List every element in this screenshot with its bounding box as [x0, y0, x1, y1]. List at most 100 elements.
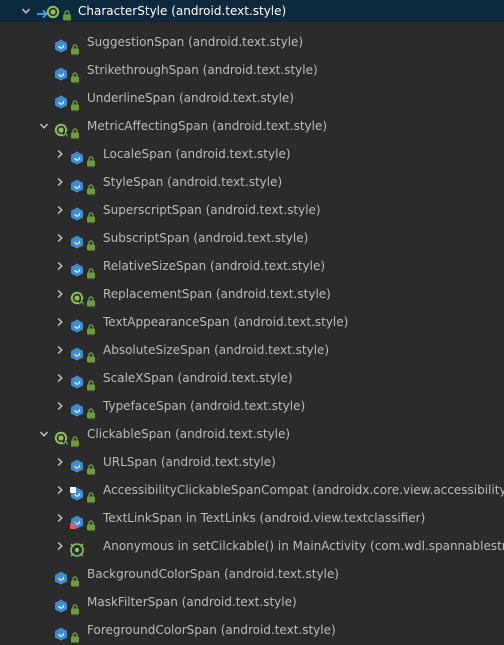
class-name: AbsoluteSizeSpan: [103, 343, 211, 357]
tree-row-relativesizespan[interactable]: RelativeSizeSpan (android.text.style): [0, 252, 504, 280]
package-name: (android.text.style): [223, 567, 339, 581]
tree-row-textlinkspan-in-textlinks[interactable]: TextLinkSpan in TextLinks (android.view.…: [0, 504, 504, 532]
tree-row-label: Anonymous in setCilckable() in MainActiv…: [103, 532, 504, 560]
tree-row-label: SuggestionSpan (android.text.style): [87, 28, 303, 56]
tree-row-suggestionspan[interactable]: SuggestionSpan (android.text.style): [0, 28, 504, 56]
chevron-right-icon[interactable]: [54, 392, 66, 420]
tree-row-maskfilterspan[interactable]: MaskFilterSpan (android.text.style): [0, 588, 504, 616]
tree-row-accessibilityclickablespancompat[interactable]: AccessibilityClickableSpanCompat (androi…: [0, 476, 504, 504]
tree-row-replacementspan[interactable]: ReplacementSpan (android.text.style): [0, 280, 504, 308]
chevron-right-icon[interactable]: [54, 196, 66, 224]
tree-row-absolutesizespan[interactable]: AbsoluteSizeSpan (android.text.style): [0, 336, 504, 364]
tree-row-label: StrikethroughSpan (android.text.style): [87, 56, 318, 84]
tree-row-characterstyle[interactable]: CharacterStyle (android.text.style): [0, 0, 504, 22]
lock-icon: [86, 177, 96, 195]
tree-row-label: TextAppearanceSpan (android.text.style): [103, 308, 348, 336]
package-name: (android.text.style): [175, 147, 291, 161]
package-name: (android.text.style): [188, 35, 304, 49]
lock-icon: [70, 93, 80, 111]
lock-icon: [86, 373, 96, 391]
tree-row-label: ReplacementSpan (android.text.style): [103, 280, 331, 308]
tree-row-label: LocaleSpan (android.text.style): [103, 140, 291, 168]
tree-row-label: URLSpan (android.text.style): [103, 448, 276, 476]
chevron-right-icon[interactable]: [54, 280, 66, 308]
lock-icon: [86, 205, 96, 223]
package-name: (android.text.style): [210, 259, 326, 273]
package-name: (android.text.style): [179, 91, 294, 105]
package-name: (android.text.style): [177, 371, 293, 385]
tree-row-textappearancespan[interactable]: TextAppearanceSpan (android.text.style): [0, 308, 504, 336]
abstract-class-icon: [46, 4, 60, 19]
tree-row-label: ScaleXSpan (android.text.style): [103, 364, 293, 392]
chevron-right-icon[interactable]: [54, 364, 66, 392]
chevron-right-icon[interactable]: [54, 140, 66, 168]
tree-row-subscriptspan[interactable]: SubscriptSpan (android.text.style): [0, 224, 504, 252]
tree-row-label: TextLinkSpan in TextLinks (android.view.…: [103, 504, 425, 532]
lock-icon: [86, 233, 96, 251]
tree-row-label: SuperscriptSpan (android.text.style): [103, 196, 321, 224]
chevron-down-icon[interactable]: [38, 420, 50, 448]
lock-icon: [70, 121, 80, 139]
tree-row-urlspan[interactable]: URLSpan (android.text.style): [0, 448, 504, 476]
tree-row-metricaffectingspan[interactable]: MetricAffectingSpan (android.text.style): [0, 112, 504, 140]
chevron-right-icon[interactable]: [54, 336, 66, 364]
package-name: (android.text.style): [212, 119, 328, 133]
class-name: BackgroundColorSpan: [87, 567, 221, 581]
chevron-right-icon[interactable]: [54, 224, 66, 252]
class-icon: [70, 455, 84, 473]
lock-icon: [86, 317, 96, 335]
class-name: ReplacementSpan: [103, 287, 213, 301]
package-name: (android.text.style): [205, 203, 321, 217]
class-name: ScaleXSpan: [103, 371, 174, 385]
chevron-right-icon[interactable]: [54, 168, 66, 196]
chevron-right-icon[interactable]: [54, 532, 66, 560]
class-icon: [70, 259, 84, 277]
package-name: (androidx.core.view.accessibility): [312, 483, 504, 497]
tree-row-clickablespan[interactable]: ClickableSpan (android.text.style): [0, 420, 504, 448]
chevron-down-icon[interactable]: [38, 112, 50, 140]
package-name: (com.wdl.spannablestring): [370, 539, 504, 553]
tree-row-underlinespan[interactable]: UnderlineSpan (android.text.style): [0, 84, 504, 112]
lock-icon: [86, 261, 96, 279]
package-name: (android.text.style): [202, 63, 318, 77]
tree-row-label: BackgroundColorSpan (android.text.style): [87, 560, 339, 588]
chevron-right-icon[interactable]: [54, 252, 66, 280]
tree-row-localespan[interactable]: LocaleSpan (android.text.style): [0, 140, 504, 168]
class-name: MaskFilterSpan: [87, 595, 178, 609]
tree-row-strikethroughspan[interactable]: StrikethroughSpan (android.text.style): [0, 56, 504, 84]
package-name: (android.text.style): [190, 399, 306, 413]
package-name: (android.text.style): [160, 455, 276, 469]
class-icon: [54, 567, 68, 585]
class-icon: [70, 371, 84, 389]
lock-icon: [86, 513, 96, 531]
lock-icon: [70, 37, 80, 55]
tree-row-foregroundcolorspan[interactable]: ForegroundColorSpan (android.text.style): [0, 616, 504, 644]
tree-row-label: MetricAffectingSpan (android.text.style): [87, 112, 327, 140]
tree-row-stylespan[interactable]: StyleSpan (android.text.style): [0, 168, 504, 196]
chevron-right-icon[interactable]: [54, 308, 66, 336]
tree-row-scalexspan[interactable]: ScaleXSpan (android.text.style): [0, 364, 504, 392]
chevron-right-icon[interactable]: [54, 476, 66, 504]
chevron-down-icon[interactable]: [20, 0, 32, 22]
tree-row-label: MaskFilterSpan (android.text.style): [87, 588, 297, 616]
chevron-right-icon[interactable]: [54, 448, 66, 476]
chevron-right-icon[interactable]: [54, 504, 66, 532]
lock-icon: [70, 429, 80, 447]
package-name: (android.text.style): [181, 595, 297, 609]
tree-row-superscriptspan[interactable]: SuperscriptSpan (android.text.style): [0, 196, 504, 224]
lock-icon: [62, 6, 72, 21]
class-name: RelativeSizeSpan: [103, 259, 207, 273]
class-icon: [54, 63, 68, 81]
package-name: (android.text.style): [175, 427, 291, 441]
tree-row-anonymous-in-setcilckable-in-mainactivity[interactable]: Anonymous in setCilckable() in MainActiv…: [0, 532, 504, 560]
lock-icon: [86, 149, 96, 167]
class-name: MetricAffectingSpan: [87, 119, 209, 133]
class-name: ClickableSpan: [87, 427, 172, 441]
tree-row-typefacespan[interactable]: TypefaceSpan (android.text.style): [0, 392, 504, 420]
class-icon: [54, 595, 68, 613]
package-name: (android.text.style): [233, 315, 349, 329]
class-icon: [70, 231, 84, 249]
class-name: TextAppearanceSpan: [103, 315, 230, 329]
package-name: (android.text.style): [167, 175, 283, 189]
tree-row-backgroundcolorspan[interactable]: BackgroundColorSpan (android.text.style): [0, 560, 504, 588]
